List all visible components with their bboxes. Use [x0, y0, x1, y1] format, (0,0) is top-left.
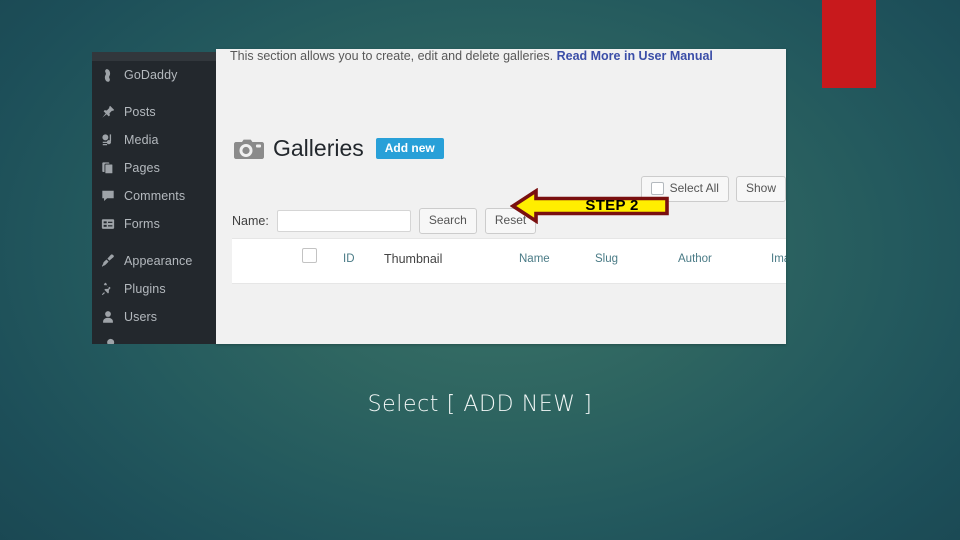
- sidebar-item-appearance[interactable]: Appearance: [92, 247, 216, 275]
- media-icon: [100, 133, 115, 148]
- column-header-thumbnail: Thumbnail: [384, 252, 443, 266]
- name-search-input[interactable]: [276, 209, 411, 232]
- plug-icon: [100, 282, 115, 297]
- camera-icon: [234, 137, 264, 161]
- sidebar-item-godaddy[interactable]: GoDaddy: [92, 61, 216, 89]
- page-title: Galleries: [273, 135, 364, 161]
- sidebar-item-label: Appearance: [124, 254, 193, 268]
- wp-admin-content-panel: This section allows you to create, edit …: [216, 49, 786, 344]
- add-new-button[interactable]: Add new: [375, 138, 444, 159]
- search-filter-row: Name: Search Reset: [232, 208, 537, 234]
- sidebar-item-plugins[interactable]: Plugins: [92, 275, 216, 303]
- sidebar-item-label: GoDaddy: [124, 68, 178, 82]
- sidebar-item-label: Media: [124, 133, 159, 147]
- sidebar-item-forms[interactable]: Forms: [92, 210, 216, 238]
- user-icon: [100, 310, 115, 325]
- intro-text: This section allows you to create, edit …: [230, 49, 713, 63]
- forms-icon: [100, 217, 115, 232]
- step-2-arrow-annotation: STEP 2: [510, 188, 670, 224]
- sidebar-separator: [92, 89, 216, 98]
- sidebar-item-clipped[interactable]: [92, 331, 216, 344]
- slide-caption: Select [ ADD NEW ]: [367, 392, 593, 417]
- sidebar-item-comments[interactable]: Comments: [92, 182, 216, 210]
- paintbrush-icon: [100, 254, 115, 269]
- column-header-name[interactable]: Name: [519, 253, 550, 265]
- godaddy-icon: [100, 68, 115, 83]
- step-label: STEP 2: [585, 197, 639, 214]
- sidebar-item-label: Forms: [124, 217, 160, 231]
- embedded-screenshot: This section allows you to create, edit …: [92, 49, 786, 344]
- select-all-label: Select All: [669, 181, 719, 195]
- comment-icon: [100, 189, 115, 204]
- show-button[interactable]: Show: [735, 176, 786, 202]
- intro-sentence: This section allows you to create, edit …: [230, 49, 554, 63]
- sidebar-item-label: Users: [124, 310, 158, 324]
- sidebar-clipped-item: [92, 52, 216, 61]
- column-header-id[interactable]: ID: [343, 253, 355, 265]
- sidebar-item-label: Comments: [124, 189, 186, 203]
- search-button[interactable]: Search: [418, 208, 477, 234]
- sidebar-separator: [92, 238, 216, 247]
- sidebar-item-media[interactable]: Media: [92, 126, 216, 154]
- column-header-author[interactable]: Author: [678, 253, 712, 265]
- name-label: Name:: [232, 213, 269, 228]
- galleries-table: ID Thumbnail Name Slug Author Imag: [232, 238, 786, 284]
- slide-canvas: This section allows you to create, edit …: [0, 0, 960, 540]
- read-more-link[interactable]: Read More in User Manual: [557, 49, 713, 63]
- column-header-slug[interactable]: Slug: [595, 253, 618, 265]
- wp-admin-sidebar: GoDaddy Posts Media Pages Comments Forms…: [92, 52, 216, 344]
- column-header-images[interactable]: Imag: [771, 253, 786, 265]
- sidebar-item-label: Posts: [124, 105, 156, 119]
- red-accent-block: [822, 0, 876, 88]
- pin-icon: [100, 105, 115, 120]
- sidebar-item-label: Pages: [124, 161, 160, 175]
- galleries-header: Galleries Add new: [234, 135, 444, 162]
- sidebar-item-users[interactable]: Users: [92, 303, 216, 331]
- sidebar-item-label: Plugins: [124, 282, 166, 296]
- select-all-rows-checkbox[interactable]: [302, 248, 317, 263]
- wrench-icon: [100, 338, 115, 344]
- sidebar-item-pages[interactable]: Pages: [92, 154, 216, 182]
- pages-icon: [100, 161, 115, 176]
- sidebar-item-posts[interactable]: Posts: [92, 98, 216, 126]
